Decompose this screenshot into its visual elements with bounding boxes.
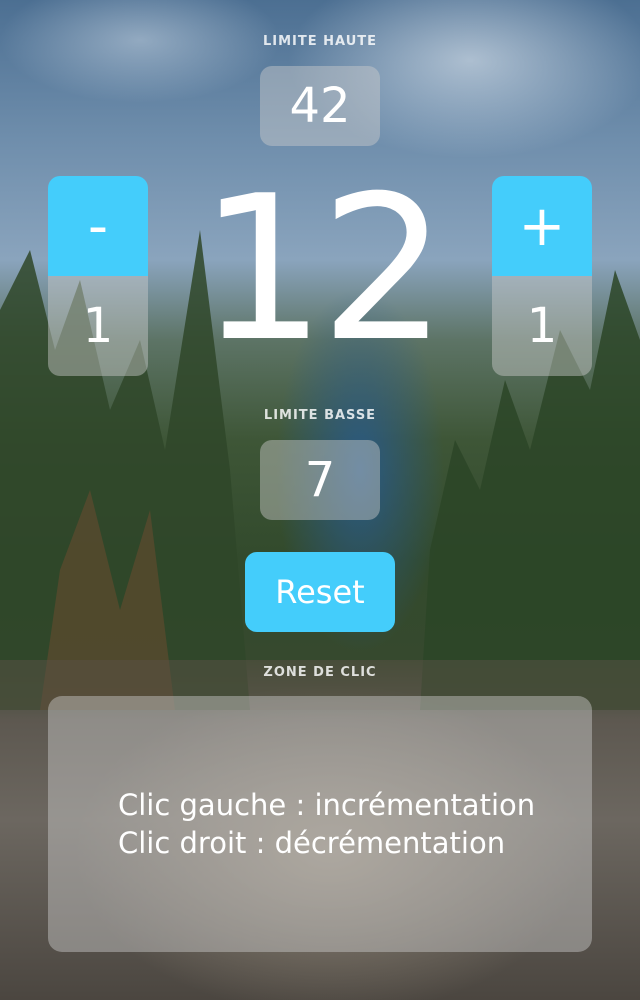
- click-zone[interactable]: Clic gauche : incrémentation Clic droit …: [48, 696, 592, 952]
- counter-value: 12: [198, 153, 448, 386]
- click-zone-label: ZONE DE CLIC: [263, 665, 377, 680]
- upper-limit-label: LIMITE HAUTE: [262, 34, 377, 49]
- decrement-control: - 1: [48, 176, 148, 376]
- upper-limit-value[interactable]: 42: [260, 66, 380, 146]
- lower-limit-value[interactable]: 7: [260, 440, 380, 520]
- increment-step-value[interactable]: 1: [492, 276, 592, 376]
- reset-button[interactable]: Reset: [245, 552, 395, 632]
- click-zone-instructions: Clic gauche : incrémentation Clic droit …: [118, 786, 535, 862]
- increment-button[interactable]: +: [492, 176, 592, 276]
- click-zone-line-left: Clic gauche : incrémentation: [118, 788, 536, 822]
- click-zone-line-right: Clic droit : décrémentation: [118, 826, 506, 860]
- decrement-step-value[interactable]: 1: [48, 276, 148, 376]
- lower-limit-label: LIMITE BASSE: [263, 408, 377, 423]
- decrement-button[interactable]: -: [48, 176, 148, 276]
- increment-control: + 1: [492, 176, 592, 376]
